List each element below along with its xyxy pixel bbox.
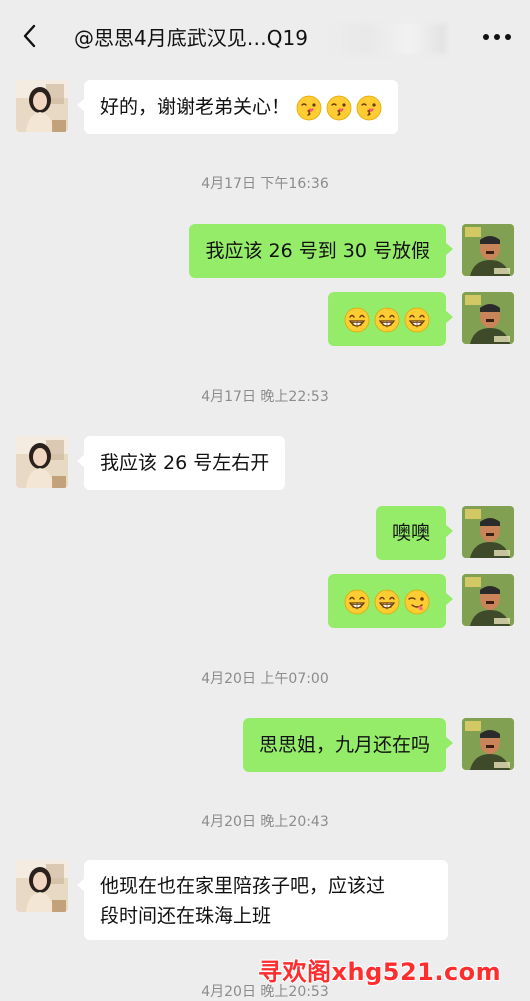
message-text-line: 段时间还在珠海上班 [100,905,272,927]
message-bubble-outgoing[interactable] [328,292,453,346]
message-text-line: 他现在也在家里陪孩子吧，应该过 [100,875,386,897]
watermark-text: 寻欢阁xhg521.com [258,958,502,986]
grinning-face-icon [374,589,400,615]
message-bubble-incoming[interactable]: 我应该 26 号左右开 [76,436,286,490]
redaction-blur [330,24,446,54]
emoji-group [344,589,430,615]
message-text: 我应该 26 号到 30 号放假 [205,240,430,262]
my-avatar[interactable] [462,292,514,344]
my-avatar[interactable] [462,506,514,558]
kissing-face-icon [296,95,322,121]
chat-title: @思思4月底武汉见…Q19 [74,26,308,50]
top-bar: @思思4月底武汉见…Q19 [0,0,530,72]
message-bubble-outgoing[interactable]: 噢噢 [375,506,454,560]
my-avatar[interactable] [462,224,514,276]
message-bubble-outgoing[interactable] [328,574,453,628]
contact-avatar[interactable] [16,860,68,912]
chat-area[interactable]: 好的，谢谢老弟关心！ 4月17日 下午16:36 我应该 26 号到 30 号放… [0,72,530,1000]
message-bubble-incoming[interactable]: 好的，谢谢老弟关心！ [76,80,399,134]
message-bubble-incoming[interactable]: 他现在也在家里陪孩子吧，应该过 段时间还在珠海上班 [77,860,448,940]
kissing-face-icon [326,95,352,121]
back-button[interactable] [14,20,46,52]
emoji-group [344,307,430,333]
message-text: 噢噢 [391,522,430,544]
kissing-face-icon [356,95,382,121]
contact-avatar[interactable] [16,436,68,488]
timestamp: 4月20日 晚上20:43 [201,814,329,830]
message-text: 思思姐，九月还在吗 [258,734,430,756]
my-avatar[interactable] [462,718,514,770]
message-bubble-outgoing[interactable]: 思思姐，九月还在吗 [242,718,454,772]
winking-face-icon [404,589,430,615]
contact-avatar[interactable] [16,80,68,132]
grinning-face-icon [404,307,430,333]
timestamp: 4月17日 下午16:36 [201,176,329,192]
chevron-left-icon [23,24,36,48]
more-button[interactable] [480,22,514,52]
grinning-face-icon [344,589,370,615]
grinning-face-icon [374,307,400,333]
more-dots-icon [483,34,511,40]
timestamp: 4月17日 晚上22:53 [201,389,329,405]
message-bubble-outgoing[interactable]: 我应该 26 号到 30 号放假 [189,224,453,278]
message-text: 我应该 26 号左右开 [100,452,270,474]
timestamp: 4月20日 上午07:00 [201,671,329,687]
my-avatar[interactable] [462,574,514,626]
emoji-group [296,95,382,121]
grinning-face-icon [344,307,370,333]
message-text: 好的，谢谢老弟关心！ [100,96,291,118]
